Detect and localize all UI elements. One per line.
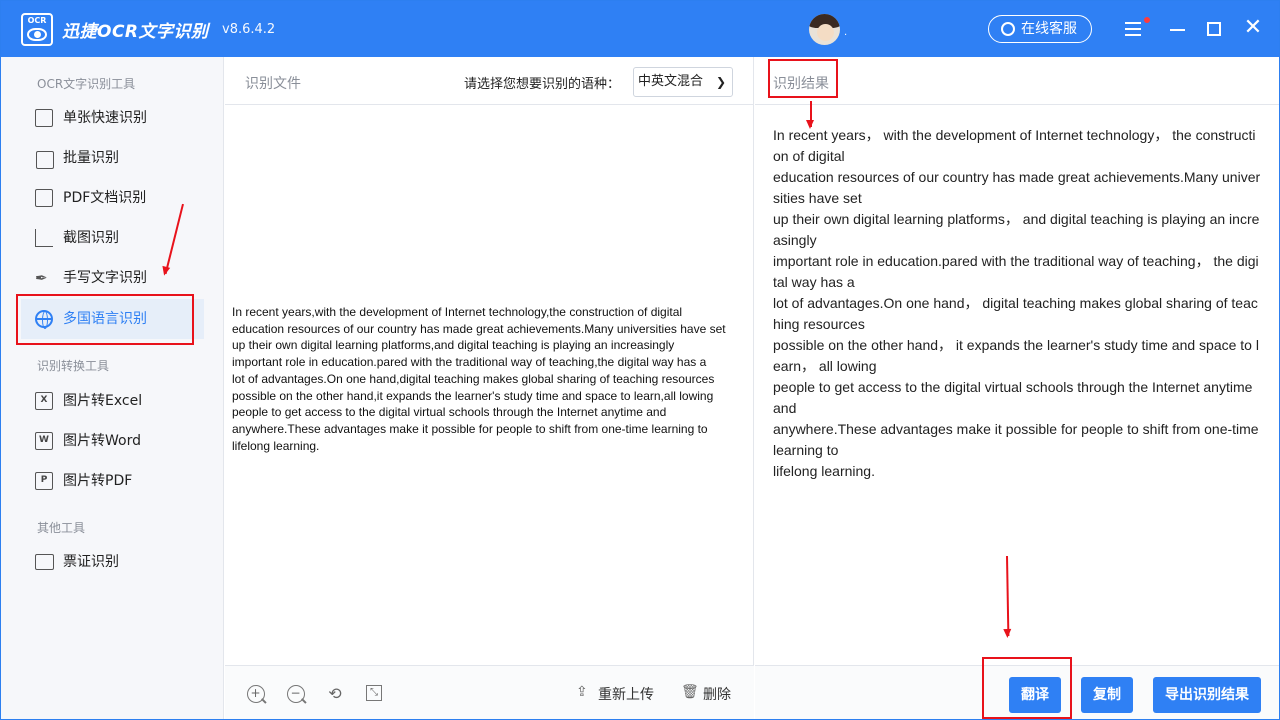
- sidebar-item-single-quick[interactable]: 单张快速识别: [21, 98, 204, 138]
- copy-button[interactable]: 复制: [1081, 677, 1133, 713]
- sidebar-item-label: PDF文档识别: [63, 190, 147, 206]
- sidebar-item-label: 图片转Excel: [63, 393, 143, 409]
- logo-text: OCR: [27, 16, 47, 25]
- reupload-label: 重新上传: [598, 687, 654, 703]
- language-label: 请选择您想要识别的语种：: [464, 77, 621, 92]
- app-window: OCR 迅捷OCR文字识别 v8.6.4.2 . 在线客服 ✕ OCR文字识别工…: [0, 0, 1280, 720]
- app-logo-icon: OCR: [21, 13, 53, 46]
- annotation-arrow-result: [807, 101, 813, 129]
- zoom-out-icon[interactable]: −: [287, 685, 305, 703]
- app-title: 迅捷OCR文字识别: [62, 22, 209, 42]
- source-panel-header: 识别文件 请选择您想要识别的语种： 中英文混合 ❯: [225, 57, 754, 105]
- sidebar-item-label: 票证识别: [63, 554, 119, 570]
- title-bar: OCR 迅捷OCR文字识别 v8.6.4.2 . 在线客服 ✕: [1, 1, 1279, 57]
- sidebar-item-image-to-excel[interactable]: X 图片转Excel: [21, 381, 204, 421]
- avatar-suffix: .: [844, 27, 848, 38]
- crop-icon: [35, 229, 53, 247]
- annotation-box-translate: [982, 657, 1072, 719]
- zoom-in-icon[interactable]: +: [247, 685, 265, 703]
- maximize-icon[interactable]: [1202, 17, 1226, 41]
- reupload-button[interactable]: ⇪ 重新上传: [576, 684, 654, 704]
- online-service-button[interactable]: 在线客服: [988, 15, 1092, 43]
- rotate-icon[interactable]: ⟲: [326, 685, 344, 703]
- sidebar-item-label: 截图识别: [63, 230, 119, 246]
- app-version: v8.6.4.2: [222, 22, 276, 37]
- stacked-pages-icon: [36, 151, 54, 169]
- excel-icon: X: [35, 392, 53, 410]
- sidebar: OCR文字识别工具 单张快速识别 批量识别 PDF文档识别 截图识别 ✒ 手写文…: [1, 57, 224, 719]
- close-icon[interactable]: ✕: [1241, 17, 1265, 41]
- result-text[interactable]: In recent years， with the development of…: [773, 125, 1261, 482]
- online-service-label: 在线客服: [1021, 21, 1077, 37]
- sidebar-item-image-to-word[interactable]: W 图片转Word: [21, 421, 204, 461]
- fit-screen-icon[interactable]: ⤡: [366, 685, 382, 701]
- image-lightning-icon: [35, 109, 53, 127]
- pdf-doc-icon: P: [35, 472, 53, 490]
- notification-dot: [1144, 17, 1150, 23]
- upload-icon: ⇪: [576, 684, 588, 700]
- sidebar-item-label: 手写文字识别: [63, 270, 147, 286]
- annotation-box-multilanguage: [16, 294, 194, 345]
- sidebar-item-label: 批量识别: [63, 150, 119, 166]
- section-title-ocr-tools: OCR文字识别工具: [37, 77, 136, 91]
- pen-nib-icon: ✒: [35, 269, 48, 287]
- result-panel: 识别结果 In recent years， with the developme…: [755, 57, 1279, 719]
- menu-icon[interactable]: [1122, 17, 1150, 41]
- sidebar-item-ticket[interactable]: 票证识别: [21, 542, 204, 582]
- sidebar-item-label: 单张快速识别: [63, 110, 147, 126]
- language-select-value: 中英文混合: [638, 74, 704, 89]
- id-card-icon: [35, 554, 54, 570]
- sidebar-item-batch[interactable]: 批量识别: [21, 138, 204, 178]
- source-document-text: In recent years,with the development of …: [232, 305, 726, 453]
- word-icon: W: [35, 432, 53, 450]
- sidebar-item-label: 图片转Word: [63, 433, 141, 449]
- minimize-icon[interactable]: [1166, 17, 1190, 41]
- delete-button[interactable]: 🗑 删除: [681, 684, 731, 704]
- avatar[interactable]: [809, 14, 840, 45]
- pdf-icon: [35, 189, 53, 207]
- section-title-other-tools: 其他工具: [37, 521, 86, 535]
- sidebar-item-label: 图片转PDF: [63, 473, 133, 489]
- sidebar-item-pdf[interactable]: PDF文档识别: [21, 178, 204, 218]
- source-panel-toolbar: + − ⟲ ⤡ ⇪ 重新上传 🗑 删除: [225, 665, 754, 719]
- headset-icon: [1001, 22, 1015, 36]
- source-panel: 识别文件 请选择您想要识别的语种： 中英文混合 ❯ In recent year…: [225, 57, 754, 719]
- delete-label: 删除: [703, 687, 731, 703]
- trash-icon: 🗑: [681, 684, 699, 700]
- sidebar-item-image-to-pdf[interactable]: P 图片转PDF: [21, 461, 204, 501]
- sidebar-item-handwriting[interactable]: ✒ 手写文字识别: [21, 258, 204, 298]
- export-button[interactable]: 导出识别结果: [1153, 677, 1261, 713]
- chevron-down-icon: ❯: [715, 75, 726, 89]
- annotation-box-result-title: [768, 59, 838, 98]
- section-title-convert-tools: 识别转换工具: [37, 359, 110, 373]
- language-select[interactable]: 中英文混合 ❯: [633, 67, 733, 97]
- source-panel-title: 识别文件: [245, 76, 301, 92]
